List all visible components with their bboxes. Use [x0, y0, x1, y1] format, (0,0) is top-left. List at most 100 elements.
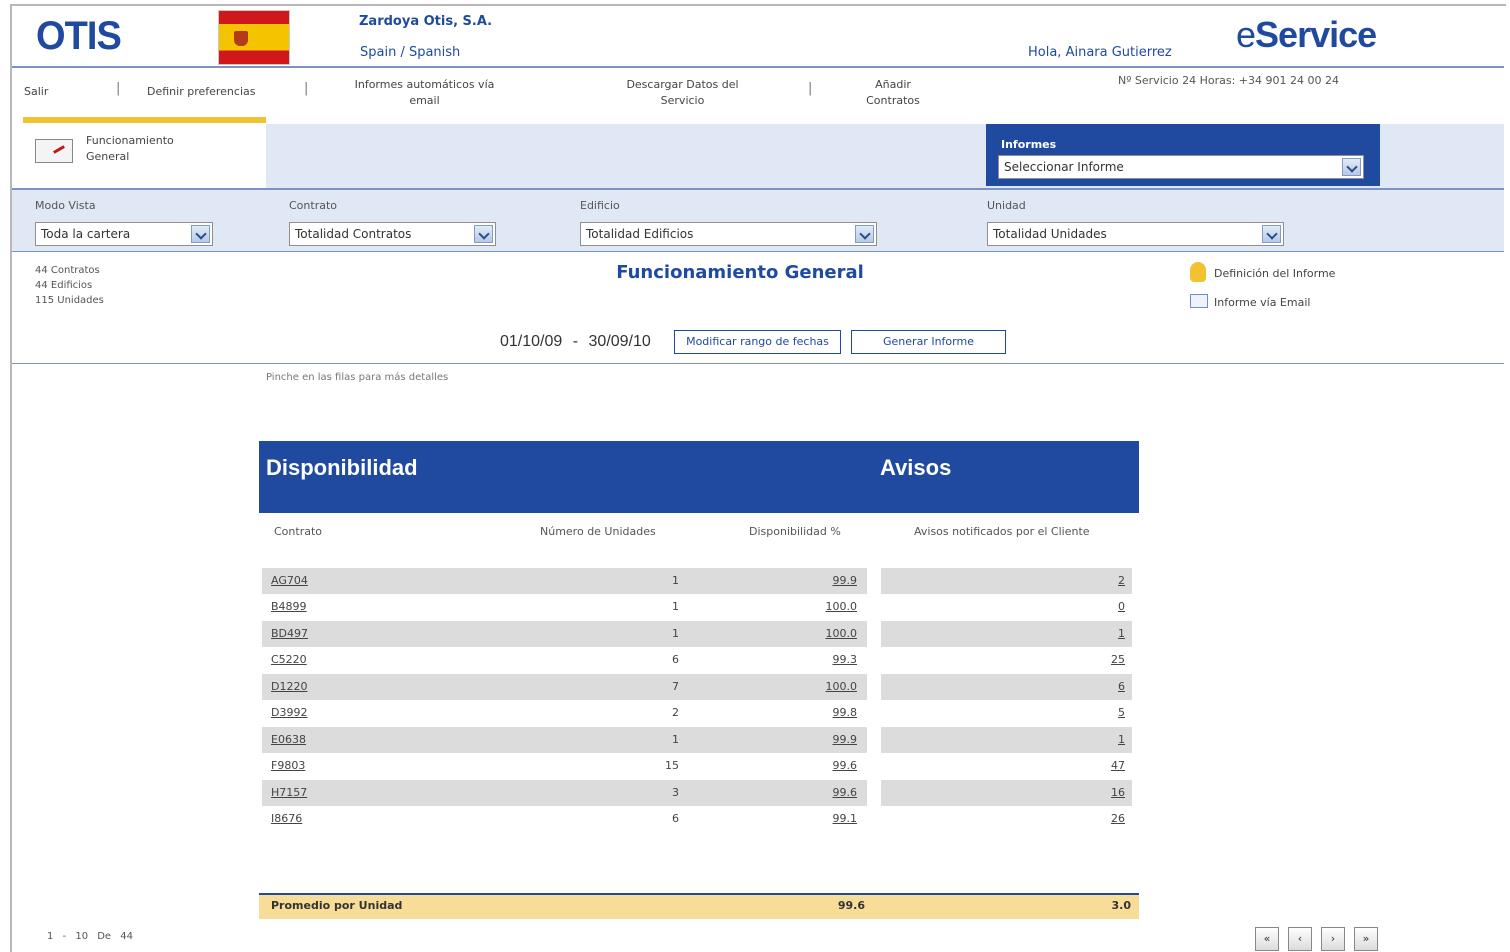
table-row[interactable]: F9803 15 99.6 47	[259, 753, 1139, 779]
otis-logo[interactable]: OTIS	[36, 14, 122, 59]
cell-disponibilidad[interactable]: 99.9	[799, 574, 858, 587]
date-range: 01/10/09 - 30/09/10	[500, 333, 651, 351]
nav-separator: |	[808, 81, 813, 96]
nav-preferences[interactable]: Definir preferencias	[147, 84, 255, 100]
cell-contrato[interactable]: D3992	[271, 706, 307, 719]
first-page-button[interactable]: «	[1255, 927, 1279, 951]
cell-avisos[interactable]: 25	[1079, 653, 1125, 666]
chevron-down-icon[interactable]	[1342, 158, 1361, 176]
spain-flag-icon	[218, 10, 290, 65]
cell-contrato[interactable]: I8676	[271, 812, 302, 825]
nav-download-data[interactable]: Descargar Datos del Servicio	[620, 77, 745, 109]
last-page-button[interactable]: »	[1354, 927, 1378, 951]
edificios-count: 44 Edificios	[35, 280, 93, 291]
cell-contrato[interactable]: D1220	[271, 680, 307, 693]
avisos-heading: Avisos	[880, 455, 952, 480]
table-row[interactable]: D3992 2 99.8 5	[259, 700, 1139, 726]
cell-unidades: 6	[672, 812, 679, 825]
cell-avisos[interactable]: 5	[1079, 706, 1125, 719]
col-contrato: Contrato	[274, 525, 323, 538]
contratos-count: 44 Contratos	[35, 265, 100, 276]
date-separator: -	[572, 333, 579, 350]
cell-contrato[interactable]: B4899	[271, 600, 307, 613]
cell-avisos[interactable]: 47	[1079, 759, 1125, 772]
table-row[interactable]: I8676 6 99.1 26	[259, 806, 1139, 832]
unidad-label: Unidad	[987, 199, 1026, 212]
table-row[interactable]: H7157 3 99.6 16	[259, 780, 1139, 806]
date-to: 30/09/10	[588, 333, 651, 350]
cell-unidades: 1	[672, 600, 679, 613]
help-icon[interactable]	[1190, 262, 1206, 282]
cell-unidades: 2	[672, 706, 679, 719]
table-row[interactable]: BD497 1 100.0 1	[259, 621, 1139, 647]
cell-contrato[interactable]: F9803	[271, 759, 305, 772]
chevron-down-icon[interactable]	[1262, 225, 1281, 243]
cell-avisos[interactable]: 2	[1079, 574, 1125, 587]
service-phone: Nº Servicio 24 Horas: +34 901 24 00 24	[1118, 74, 1339, 87]
nav-separator: |	[116, 81, 121, 96]
cell-avisos[interactable]: 26	[1079, 812, 1125, 825]
date-from: 01/10/09	[500, 333, 563, 350]
prev-page-button[interactable]: ‹	[1288, 927, 1312, 951]
cell-avisos[interactable]: 1	[1079, 733, 1125, 746]
cell-contrato[interactable]: E0638	[271, 733, 306, 746]
table-row[interactable]: D1220 7 100.0 6	[259, 674, 1139, 700]
nav-add-contracts[interactable]: Añadir Contratos	[858, 77, 928, 109]
disponibilidad-heading: Disponibilidad	[266, 455, 418, 480]
portfolio-counts: 44 Contratos 44 Edificios 115 Unidades	[35, 263, 104, 308]
cell-unidades: 1	[672, 733, 679, 746]
modo-vista-label: Modo Vista	[35, 199, 96, 212]
next-page-button[interactable]: ›	[1321, 927, 1345, 951]
unidad-select[interactable]: Totalidad Unidades	[987, 222, 1284, 246]
contrato-select[interactable]: Totalidad Contratos	[289, 222, 496, 246]
average-disponibilidad: 99.6	[837, 899, 865, 912]
table-row[interactable]: B4899 1 100.0 0	[259, 594, 1139, 620]
chevron-down-icon[interactable]	[474, 225, 493, 243]
table-row[interactable]: C5220 6 99.3 25	[259, 647, 1139, 673]
report-definition-link[interactable]: Definición del Informe	[1214, 267, 1335, 280]
contrato-label: Contrato	[289, 199, 338, 212]
cell-disponibilidad[interactable]: 99.6	[799, 759, 858, 772]
cell-disponibilidad[interactable]: 100.0	[799, 600, 858, 613]
user-greeting: Hola, Ainara Gutierrez	[1028, 45, 1172, 60]
cell-disponibilidad[interactable]: 99.1	[799, 812, 858, 825]
cell-avisos[interactable]: 0	[1079, 600, 1125, 613]
informes-label: Informes	[1001, 138, 1057, 151]
generate-report-button[interactable]: Generar Informe	[851, 330, 1006, 354]
table-row[interactable]: E0638 1 99.9 1	[259, 727, 1139, 753]
report-email-link[interactable]: Informe vía Email	[1214, 296, 1310, 309]
cell-disponibilidad[interactable]: 99.8	[799, 706, 858, 719]
informes-select[interactable]: Seleccionar Informe	[998, 155, 1364, 179]
table-row[interactable]: AG704 1 99.9 2	[259, 568, 1139, 594]
cell-disponibilidad[interactable]: 100.0	[799, 680, 858, 693]
cell-contrato[interactable]: AG704	[271, 574, 308, 587]
cell-contrato[interactable]: H7157	[271, 786, 307, 799]
cell-avisos[interactable]: 1	[1079, 627, 1125, 640]
email-icon[interactable]	[1190, 294, 1208, 308]
chevron-down-icon[interactable]	[855, 225, 874, 243]
modo-vista-select[interactable]: Toda la cartera	[35, 222, 213, 246]
cell-disponibilidad[interactable]: 99.3	[799, 653, 858, 666]
col-avisos: Avisos notificados por el Cliente	[914, 525, 1090, 538]
cell-disponibilidad[interactable]: 99.6	[799, 786, 858, 799]
cell-unidades: 1	[672, 627, 679, 640]
nav-auto-reports[interactable]: Informes automáticos vía email	[352, 77, 497, 109]
tab-label: Funcionamiento General	[86, 134, 174, 163]
cell-avisos[interactable]: 16	[1079, 786, 1125, 799]
cell-disponibilidad[interactable]: 100.0	[799, 627, 858, 640]
cell-contrato[interactable]: C5220	[271, 653, 307, 666]
eservice-logo: eService	[1236, 14, 1377, 55]
table-hint: Pinche en las filas para más detalles	[266, 372, 449, 383]
cell-disponibilidad[interactable]: 99.9	[799, 733, 858, 746]
company-name: Zardoya Otis, S.A.	[359, 14, 493, 29]
language-link[interactable]: Spain / Spanish	[360, 45, 460, 60]
edificio-select[interactable]: Totalidad Edificios	[580, 222, 877, 246]
cell-avisos[interactable]: 6	[1079, 680, 1125, 693]
cell-unidades: 1	[672, 574, 679, 587]
nav-logout[interactable]: Salir	[24, 84, 48, 100]
cell-contrato[interactable]: BD497	[271, 627, 308, 640]
chevron-down-icon[interactable]	[191, 225, 210, 243]
header-divider	[12, 66, 1504, 68]
modify-date-range-button[interactable]: Modificar rango de fechas	[674, 330, 841, 354]
pager-summary: 1 - 10 De 44	[47, 931, 133, 942]
